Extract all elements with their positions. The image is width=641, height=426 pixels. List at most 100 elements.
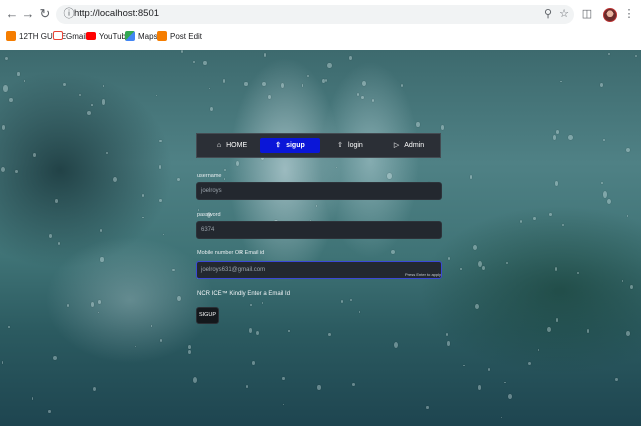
raindrop (280, 83, 284, 88)
blogger-icon (157, 30, 167, 41)
raindrop (159, 339, 163, 343)
raindrop (629, 285, 633, 290)
raindrop (210, 106, 214, 112)
page-viewport: ⌂ HOME ⇧ sigup ⇧ login ▷ Admin username joel… (0, 50, 641, 426)
raindrop (602, 191, 607, 198)
raindrop (317, 385, 321, 391)
raindrop (248, 327, 253, 333)
raindrop (282, 403, 284, 406)
profile-avatar[interactable] (603, 8, 617, 22)
raindrop (500, 416, 502, 418)
raindrop (244, 82, 248, 86)
input-hint: Press Enter to apply (405, 272, 442, 277)
raindrop (358, 311, 360, 313)
raindrop (447, 256, 450, 261)
back-arrow-icon[interactable]: ← (4, 6, 20, 22)
address-bar[interactable]: ⓘ http://localhost:8501 ⚲ ☆ (56, 5, 574, 24)
raindrop (78, 93, 81, 96)
contact-label: Mobile number OR Email id (197, 250, 265, 256)
raindrop (390, 249, 395, 254)
raindrop (626, 331, 630, 336)
raindrop (387, 173, 392, 179)
forward-arrow-icon[interactable]: → (20, 6, 36, 22)
raindrop (177, 177, 181, 181)
raindrop (475, 304, 480, 310)
option-menu: ⌂ HOME ⇧ sigup ⇧ login ▷ Admin (196, 133, 441, 158)
raindrop (301, 84, 304, 87)
raindrop (600, 181, 603, 185)
youtube-icon (86, 31, 96, 40)
raindrop (187, 349, 191, 354)
raindrop (372, 98, 375, 102)
raindrop (635, 55, 638, 58)
raindrop (626, 214, 629, 217)
raindrop (351, 383, 355, 386)
username-field[interactable]: joelroys (196, 182, 442, 200)
raindrop (262, 81, 266, 87)
raindrop (208, 87, 211, 90)
raindrop (245, 385, 248, 389)
raindrop (9, 98, 13, 103)
raindrop (555, 130, 560, 134)
raindrop (603, 138, 606, 142)
raindrop (482, 265, 486, 270)
bookmark-item[interactable]: YouTube (86, 30, 130, 44)
raindrop (31, 397, 34, 401)
raindrop (91, 302, 95, 307)
nav-home[interactable]: ⌂ HOME (202, 138, 262, 153)
gmail-icon (53, 31, 63, 41)
raindrop (477, 260, 482, 268)
raindrop (426, 405, 429, 410)
more-menu-icon[interactable]: ⋮ (622, 7, 636, 21)
upload-icon: ⇧ (337, 142, 344, 149)
reload-icon[interactable]: ↻ (37, 6, 53, 22)
raindrop (197, 209, 199, 212)
bookmark-star-icon[interactable]: ☆ (557, 7, 571, 21)
signup-button[interactable]: SIGUP (196, 307, 219, 324)
raindrop (615, 377, 618, 382)
nav-admin[interactable]: ▷ Admin (380, 138, 438, 153)
raindrop (463, 364, 465, 367)
raindrop (506, 261, 508, 265)
raindrop (1, 166, 6, 172)
raindrop (478, 385, 482, 390)
raindrop (472, 245, 477, 251)
bookmark-item[interactable]: Gmail (53, 30, 87, 44)
raindrop (288, 330, 290, 332)
raindrop (507, 394, 513, 400)
raindrop (560, 80, 562, 82)
zoom-icon[interactable]: ⚲ (541, 7, 555, 21)
raindrop (307, 74, 309, 77)
raindrop (445, 333, 449, 336)
raindrop (193, 376, 198, 383)
extensions-icon[interactable]: ◫ (580, 7, 594, 21)
blogger-icon (6, 30, 16, 41)
raindrop (528, 361, 532, 366)
raindrop (63, 82, 67, 87)
raindrop (554, 267, 558, 271)
raindrop (223, 178, 225, 181)
raindrop (100, 257, 104, 262)
bookmark-item[interactable]: Post Edit (157, 30, 202, 44)
bookmarks-bar: 12TH GUIDE Gmail YouTube Maps Post Edit (0, 29, 641, 45)
raindrop (625, 147, 631, 153)
raindrop (315, 205, 318, 207)
raindrop (533, 216, 536, 220)
raindrop (255, 330, 259, 336)
raindrop (156, 95, 158, 97)
raindrop (446, 341, 450, 346)
password-field[interactable]: 6374 (196, 221, 442, 239)
nav-login[interactable]: ⇧ login (320, 138, 380, 153)
raindrop (608, 52, 611, 55)
bookmark-item[interactable]: Maps (125, 30, 158, 44)
raindrop (282, 376, 286, 381)
raindrop (460, 267, 462, 270)
raindrop (356, 92, 360, 96)
raindrop (33, 153, 36, 157)
raindrop (193, 60, 195, 64)
raindrop (360, 95, 364, 100)
nav-sigup[interactable]: ⇧ sigup (260, 138, 320, 153)
raindrop (622, 280, 624, 282)
raindrop (1, 361, 4, 364)
address-url[interactable]: http://localhost:8501 (74, 8, 159, 19)
